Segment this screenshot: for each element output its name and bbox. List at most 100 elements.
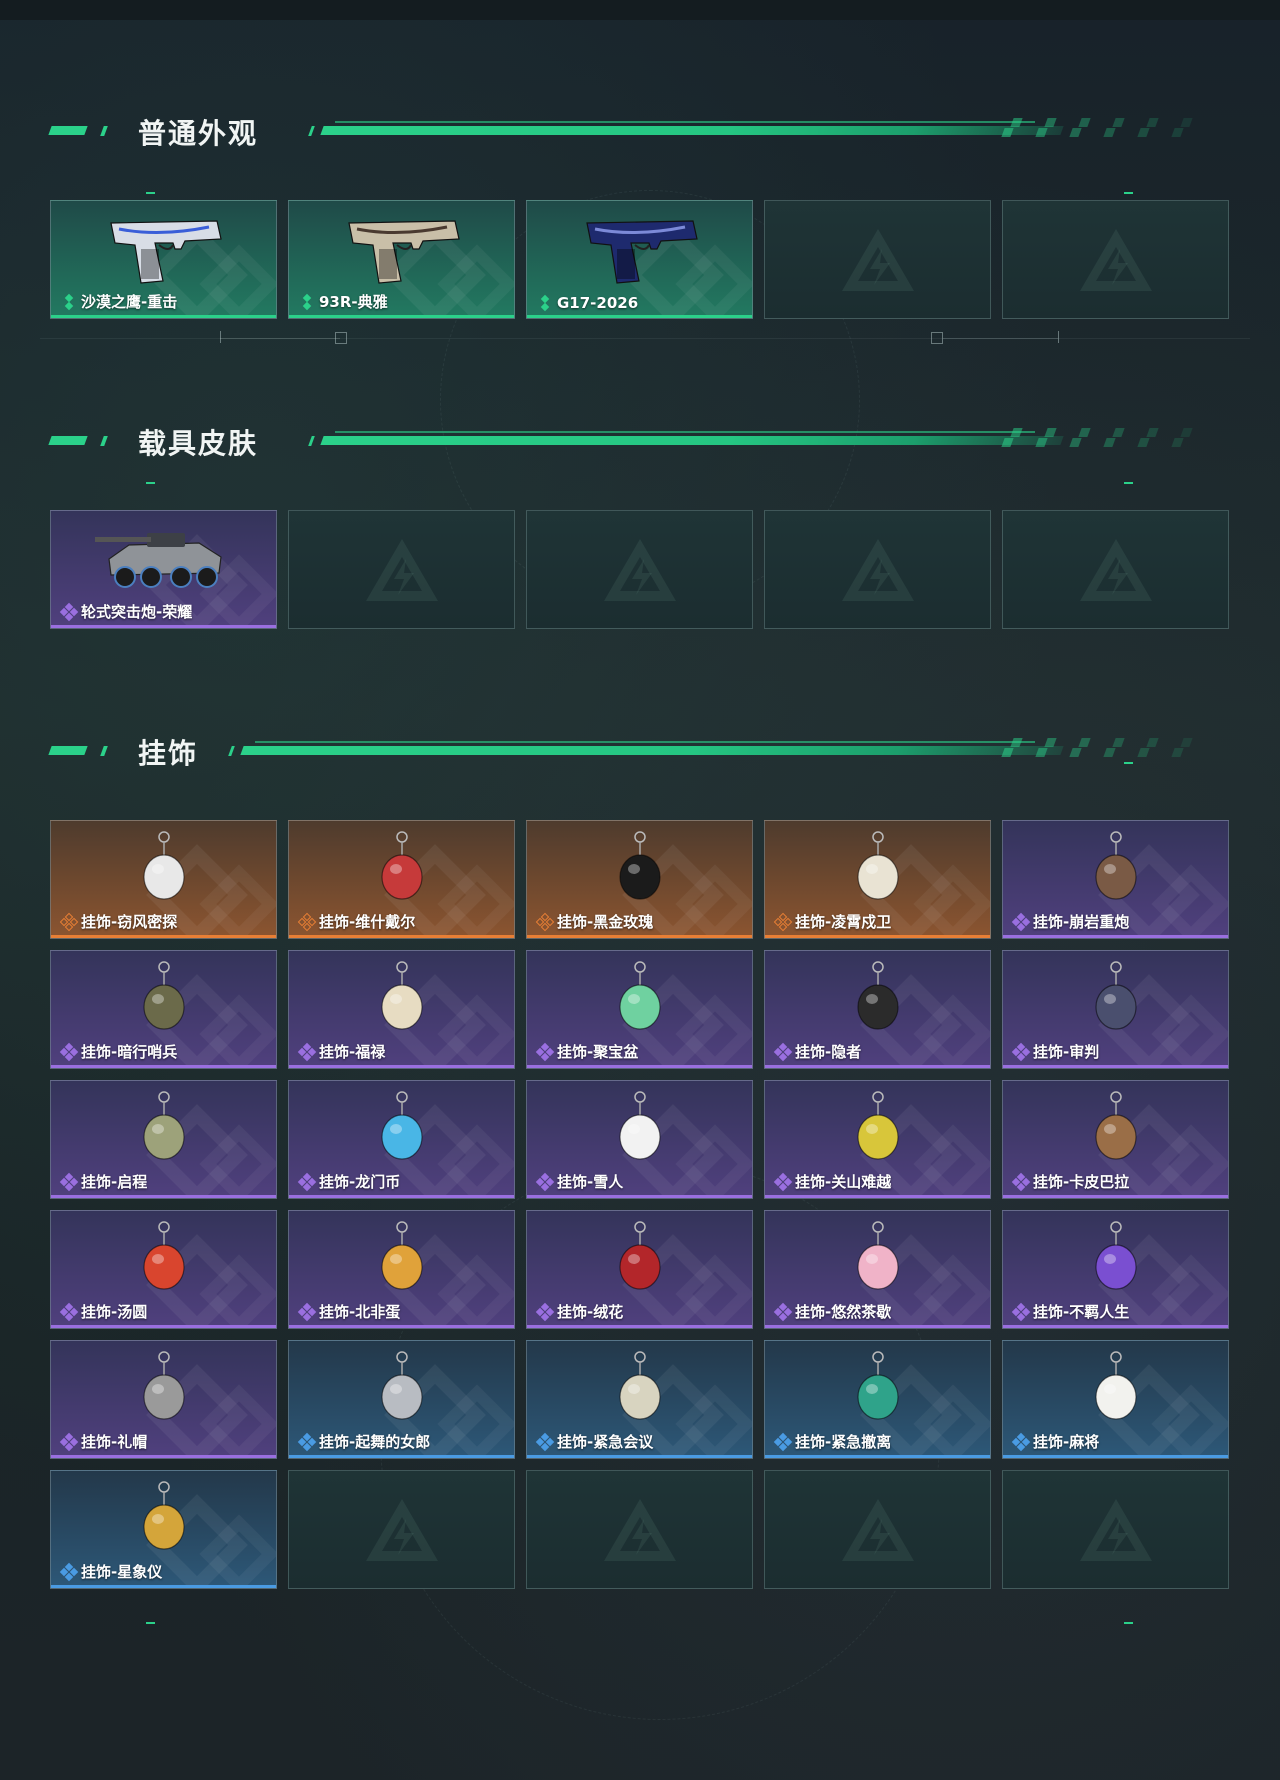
- checker-square: [1078, 738, 1091, 747]
- rarity-purple-icon: [535, 1302, 555, 1321]
- empty-slot: [526, 510, 753, 629]
- empty-slot: [764, 200, 991, 319]
- item-card[interactable]: 挂饰-卡皮巴拉: [1002, 1080, 1229, 1199]
- rarity-green-icon: [61, 293, 77, 310]
- rarity-bar: [765, 1325, 990, 1328]
- charm-icon: [856, 1221, 899, 1290]
- item-card[interactable]: G17-2026: [526, 200, 753, 319]
- item-name: 挂饰-崩岩重炮: [1033, 913, 1130, 931]
- checker-square: [1112, 118, 1125, 127]
- item-card[interactable]: 挂饰-维什戴尔: [288, 820, 515, 939]
- item-card[interactable]: 挂饰-紧急会议: [526, 1340, 753, 1459]
- brand-logo-icon: [603, 538, 676, 601]
- item-label: 挂饰-不羁人生: [1011, 1301, 1130, 1322]
- item-card[interactable]: 挂饰-北非蛋: [288, 1210, 515, 1329]
- item-name: 挂饰-维什戴尔: [319, 913, 416, 931]
- checker-square: [1035, 438, 1048, 447]
- item-name: G17-2026: [557, 294, 639, 312]
- item-card[interactable]: 挂饰-星象仪: [50, 1470, 277, 1589]
- top-strip: [0, 0, 1280, 20]
- brand-logo-icon: [603, 1498, 676, 1561]
- item-card[interactable]: 挂饰-悠然茶歇: [764, 1210, 991, 1329]
- item-card[interactable]: 93R-典雅: [288, 200, 515, 319]
- rarity-orange-icon: [297, 912, 317, 931]
- rarity-purple-icon: [59, 1302, 79, 1321]
- header-thin-line: [335, 431, 1035, 433]
- checker-square: [1146, 428, 1159, 437]
- deco-dash: [1124, 482, 1133, 484]
- item-card[interactable]: 挂饰-汤圆: [50, 1210, 277, 1329]
- item-card[interactable]: 挂饰-启程: [50, 1080, 277, 1199]
- header-checker: [995, 738, 1205, 758]
- rarity-bar: [527, 1455, 752, 1458]
- charm-icon: [1094, 1351, 1137, 1420]
- empty-slot: [764, 1470, 991, 1589]
- deco-dash: [146, 192, 155, 194]
- item-card[interactable]: 挂饰-隐者: [764, 950, 991, 1069]
- rarity-purple-icon: [773, 1302, 793, 1321]
- rarity-bar: [1003, 1195, 1228, 1198]
- header-bar: [240, 746, 1064, 755]
- item-card[interactable]: 沙漠之鹰-重击: [50, 200, 277, 319]
- item-label: 挂饰-凌霄戍卫: [773, 911, 892, 932]
- charm-icon: [618, 1221, 661, 1290]
- header-accent: [308, 436, 315, 446]
- empty-slot: [288, 510, 515, 629]
- rarity-bar: [765, 1455, 990, 1458]
- checker-square: [1044, 118, 1057, 127]
- item-card[interactable]: 挂饰-关山难越: [764, 1080, 991, 1199]
- item-card[interactable]: 挂饰-礼帽: [50, 1340, 277, 1459]
- item-card[interactable]: 挂饰-绒花: [526, 1210, 753, 1329]
- deco-dash: [146, 482, 155, 484]
- item-card[interactable]: 挂饰-福禄: [288, 950, 515, 1069]
- hud-box: [931, 332, 943, 344]
- item-card[interactable]: 挂饰-暗行哨兵: [50, 950, 277, 1069]
- item-name: 挂饰-审判: [1033, 1043, 1100, 1061]
- item-name: 挂饰-不羁人生: [1033, 1303, 1130, 1321]
- item-name: 挂饰-北非蛋: [319, 1303, 401, 1321]
- checker-square: [1001, 438, 1014, 447]
- checker-square: [1035, 128, 1048, 137]
- item-label: 挂饰-隐者: [773, 1041, 861, 1062]
- item-label: 挂饰-窃风密探: [59, 911, 177, 932]
- item-card[interactable]: 挂饰-麻将: [1002, 1340, 1229, 1459]
- item-card[interactable]: 挂饰-起舞的女郎: [288, 1340, 515, 1459]
- charm-icon: [1094, 1221, 1137, 1290]
- item-card[interactable]: 挂饰-聚宝盆: [526, 950, 753, 1069]
- item-card[interactable]: 挂饰-黑金玫瑰: [526, 820, 753, 939]
- item-card[interactable]: 轮式突击炮-荣耀: [50, 510, 277, 629]
- rarity-blue-icon: [297, 1432, 317, 1451]
- item-name: 挂饰-黑金玫瑰: [557, 913, 654, 931]
- item-label: 挂饰-聚宝盆: [535, 1041, 638, 1062]
- item-card[interactable]: 挂饰-崩岩重炮: [1002, 820, 1229, 939]
- rarity-purple-icon: [535, 1042, 555, 1061]
- item-card[interactable]: 挂饰-审判: [1002, 950, 1229, 1069]
- item-card[interactable]: 挂饰-龙门币: [288, 1080, 515, 1199]
- checker-square: [1180, 738, 1193, 747]
- skins-grid: 沙漠之鹰-重击 93R-典雅 G17-2026: [50, 200, 1229, 319]
- rarity-green-icon: [299, 293, 315, 310]
- rarity-purple-icon: [59, 1042, 79, 1061]
- checker-square: [1069, 128, 1082, 137]
- item-card[interactable]: 挂饰-雪人: [526, 1080, 753, 1199]
- checker-square: [1146, 738, 1159, 747]
- item-name: 挂饰-凌霄戍卫: [795, 913, 892, 931]
- header-thin-line: [335, 121, 1035, 123]
- rarity-purple-icon: [773, 1042, 793, 1061]
- item-card[interactable]: 挂饰-紧急撤离: [764, 1340, 991, 1459]
- hud-line: [943, 338, 1058, 339]
- item-card[interactable]: 挂饰-不羁人生: [1002, 1210, 1229, 1329]
- item-card[interactable]: 挂饰-凌霄戍卫: [764, 820, 991, 939]
- item-card[interactable]: 挂饰-窃风密探: [50, 820, 277, 939]
- rarity-bar: [765, 1195, 990, 1198]
- item-label: 挂饰-紧急会议: [535, 1431, 653, 1452]
- item-label: 挂饰-麻将: [1011, 1431, 1099, 1452]
- charm-icon: [1094, 961, 1137, 1030]
- rarity-purple-icon: [1011, 1302, 1031, 1321]
- header-bar: [320, 126, 1064, 135]
- rarity-bar: [51, 1585, 276, 1588]
- header-accent: [48, 746, 88, 755]
- charm-icon: [856, 1091, 899, 1160]
- empty-slot: [526, 1470, 753, 1589]
- header-accent: [308, 126, 315, 136]
